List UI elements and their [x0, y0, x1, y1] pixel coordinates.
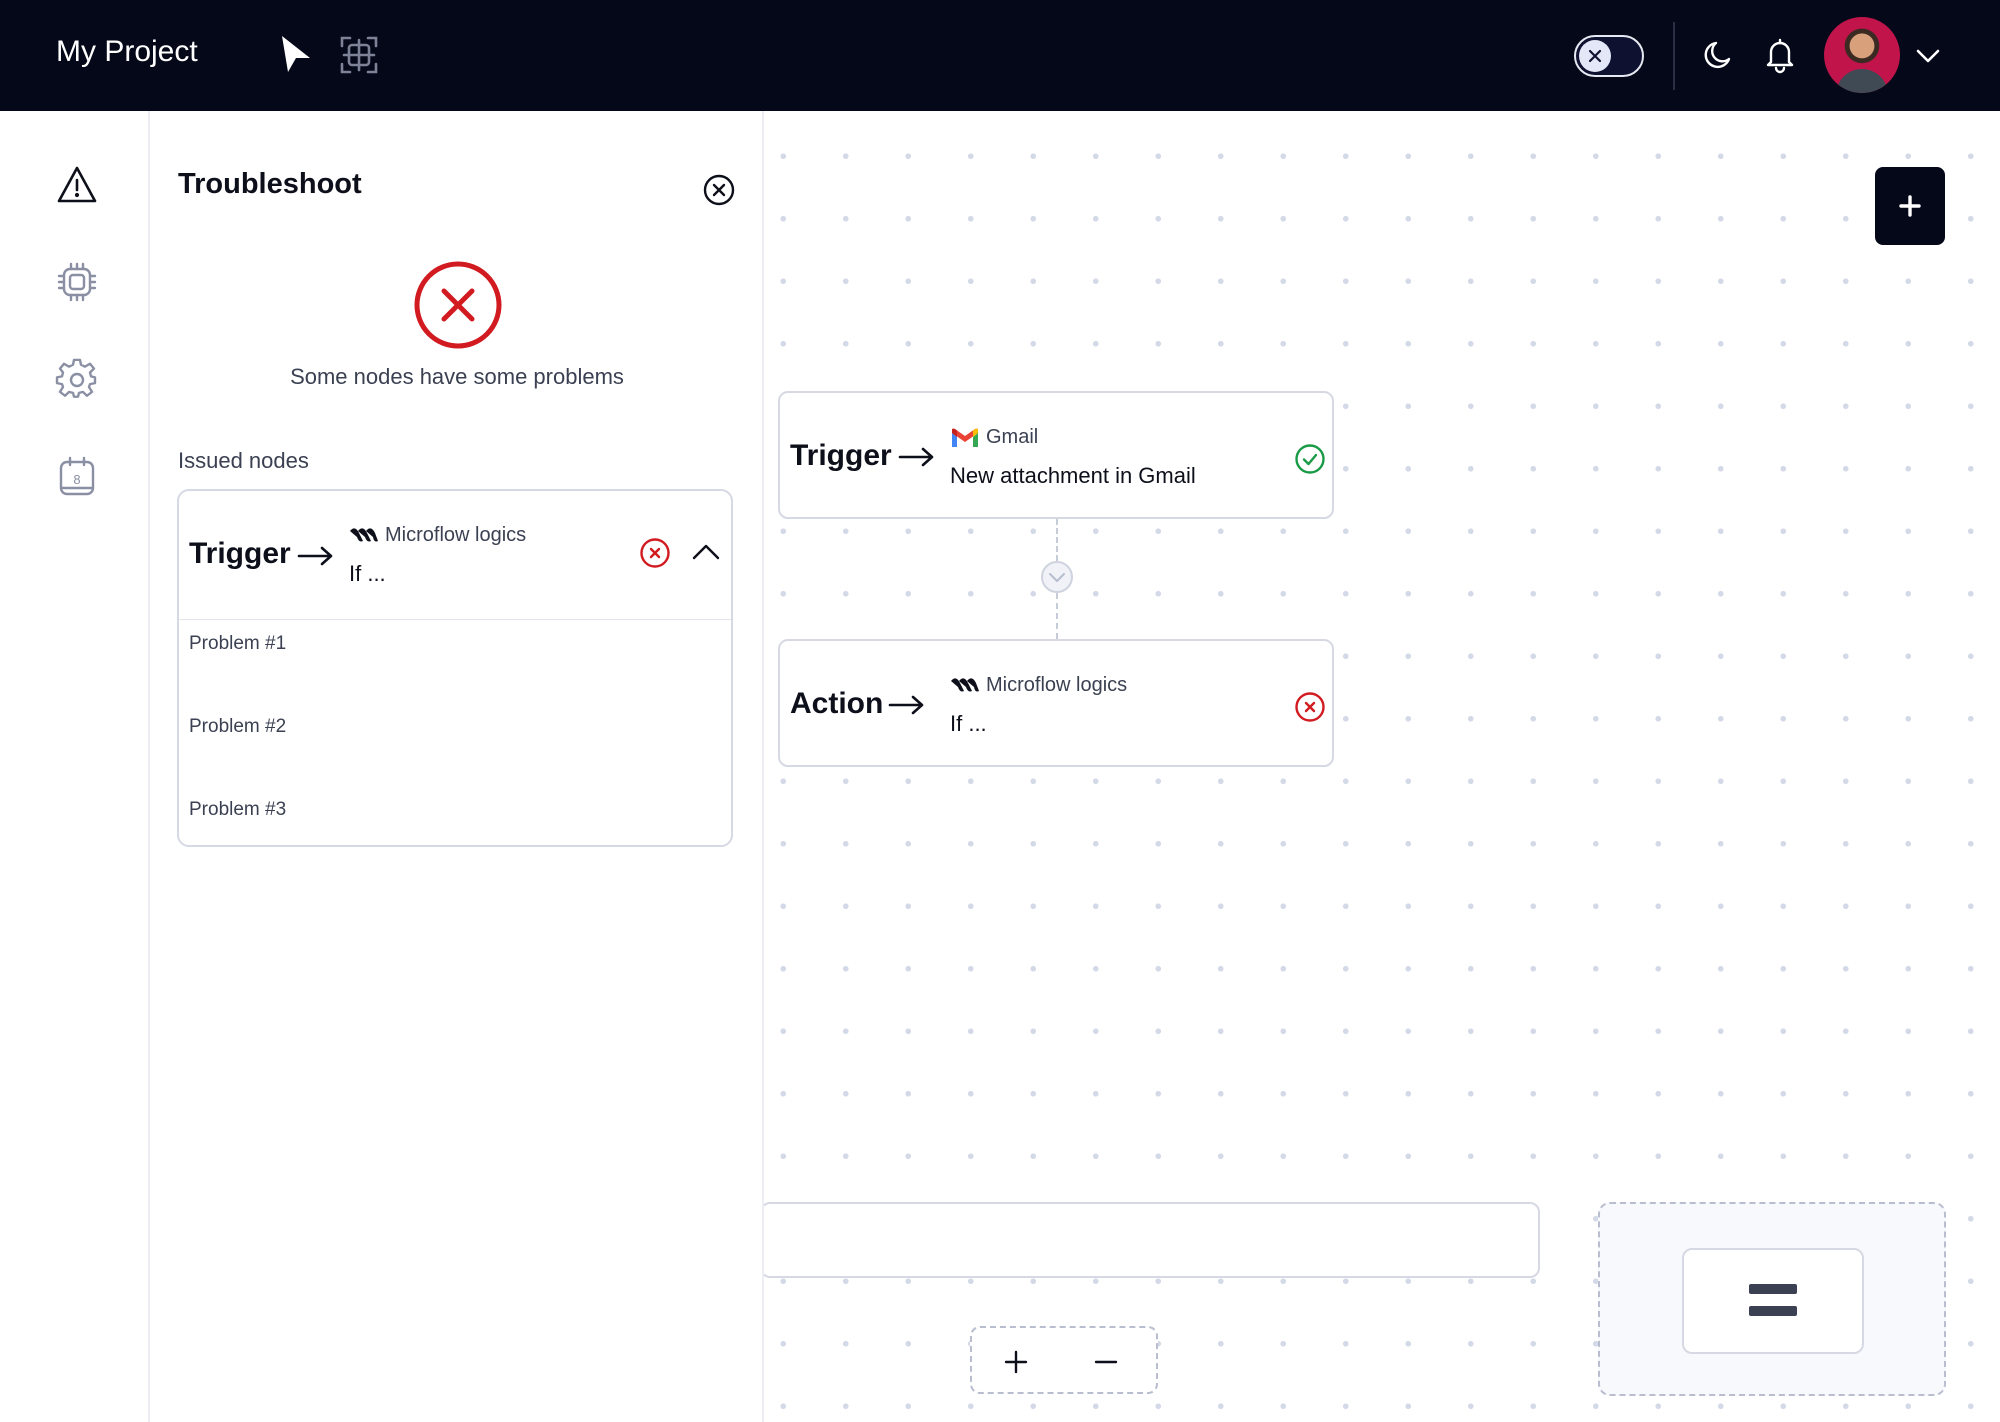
microflow-logo-icon: [951, 678, 979, 692]
cursor-icon[interactable]: [276, 32, 316, 76]
minimap-bar: [1749, 1306, 1797, 1316]
minimap[interactable]: [1598, 1202, 1946, 1396]
minimap-viewport: [1682, 1248, 1864, 1354]
add-node-button[interactable]: [1875, 167, 1945, 245]
flow-node-action[interactable]: Action Microflow logics If ...: [778, 639, 1334, 767]
service-name: Gmail: [986, 426, 1039, 448]
frame-select-icon[interactable]: [338, 34, 380, 76]
top-bar: My Project: [0, 0, 2000, 111]
error-status-icon: [1294, 691, 1326, 723]
chevron-down-icon[interactable]: [1914, 42, 1942, 70]
success-status-icon: [1294, 443, 1326, 475]
issued-node-card: Trigger Microflow logics If ... Problem …: [177, 489, 733, 847]
node-description: If ...: [950, 711, 987, 736]
troubleshoot-panel: Troubleshoot Some nodes have some proble…: [150, 111, 764, 1422]
flow-canvas[interactable]: Trigger Gmail New attachment in Gmail Ac…: [764, 111, 2000, 1422]
zoom-out-icon[interactable]: [1092, 1348, 1120, 1376]
mode-toggle[interactable]: [1574, 35, 1644, 77]
issued-nodes-label: Issued nodes: [178, 448, 309, 473]
error-status-icon: [639, 537, 671, 569]
moon-icon[interactable]: [1701, 37, 1737, 73]
connector-handle[interactable]: [1041, 561, 1073, 593]
problem-item[interactable]: Problem #2: [189, 716, 286, 738]
close-icon: [1579, 40, 1611, 72]
microflow-logo-icon: [350, 528, 378, 542]
flow-node-trigger[interactable]: Trigger Gmail New attachment in Gmail: [778, 391, 1334, 519]
minimap-bar: [1749, 1284, 1797, 1294]
problem-item[interactable]: Problem #3: [189, 799, 286, 821]
issued-node-header[interactable]: Trigger Microflow logics If ...: [179, 491, 731, 620]
arrow-right-icon: [297, 546, 333, 566]
node-kind: Trigger: [189, 537, 291, 570]
close-icon[interactable]: [702, 173, 736, 207]
arrow-right-icon: [898, 447, 934, 467]
problem-item[interactable]: Problem #1: [189, 633, 286, 655]
connector-line: [1056, 593, 1058, 639]
chevron-down-icon: [1049, 573, 1065, 582]
calendar-badge: 8: [73, 472, 80, 487]
warning-icon[interactable]: [55, 163, 99, 207]
arrow-right-icon: [888, 695, 924, 715]
bell-icon[interactable]: [1762, 36, 1798, 74]
avatar[interactable]: [1824, 17, 1900, 93]
error-icon: [412, 259, 504, 351]
divider: [1673, 22, 1675, 90]
zoom-controls: [970, 1326, 1158, 1394]
sidebar: 8: [0, 111, 150, 1422]
node-kind: Action: [790, 687, 884, 720]
avatar-shirt: [1836, 69, 1888, 93]
project-title[interactable]: My Project: [56, 35, 198, 69]
connector-line: [1056, 519, 1058, 561]
status-message: Some nodes have some problems: [290, 364, 624, 389]
service-name: Microflow logics: [986, 674, 1128, 696]
chip-icon[interactable]: [55, 260, 99, 304]
gmail-logo-icon: [952, 428, 978, 447]
zoom-in-icon[interactable]: [1002, 1348, 1030, 1376]
plus-icon: [1899, 195, 1921, 217]
gear-icon[interactable]: [55, 357, 99, 401]
panel-title: Troubleshoot: [178, 168, 362, 200]
node-description: New attachment in Gmail: [950, 463, 1196, 488]
node-description: If ...: [349, 561, 386, 586]
node-kind: Trigger: [790, 439, 892, 472]
service-name: Microflow logics: [385, 524, 527, 546]
calendar-icon[interactable]: 8: [55, 454, 99, 498]
chevron-up-icon[interactable]: [691, 541, 721, 563]
bottom-bar[interactable]: [764, 1202, 1540, 1278]
